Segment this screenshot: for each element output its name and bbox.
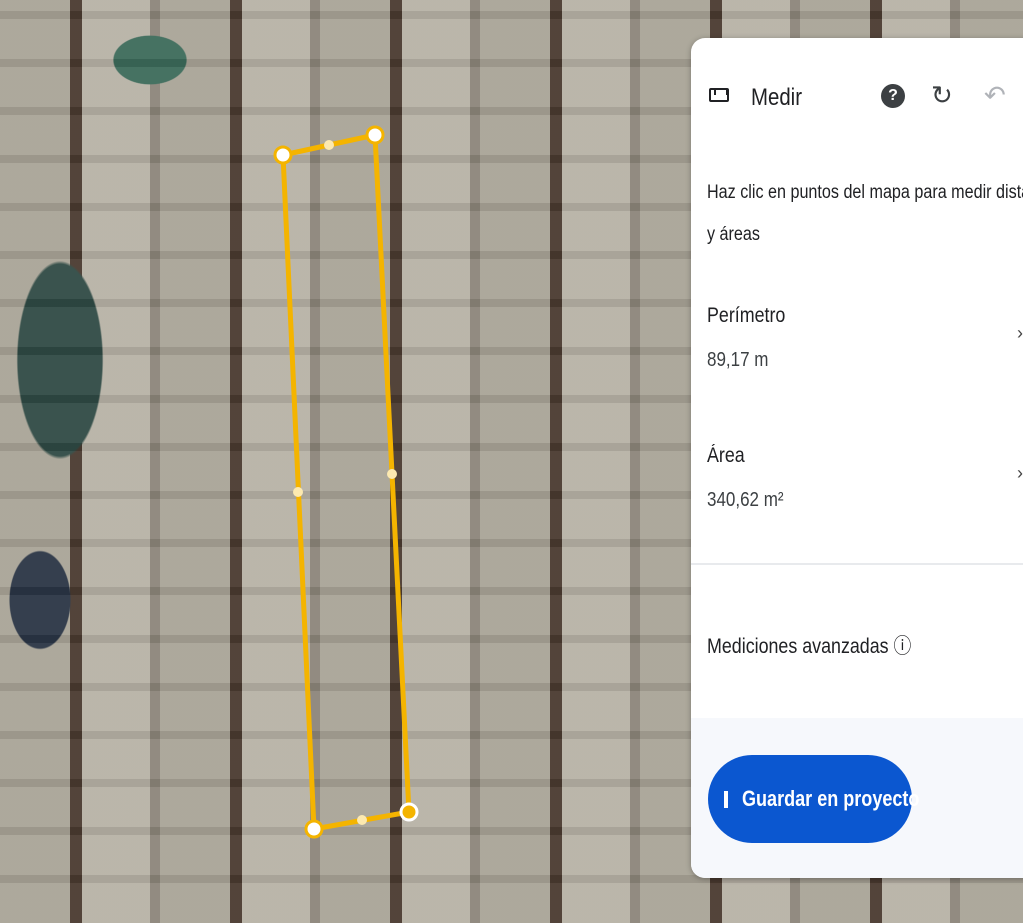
area-label: Área (707, 444, 745, 467)
ruler-icon (709, 88, 729, 102)
refresh-icon[interactable]: ↻ (931, 80, 953, 111)
measure-panel: Medir ? ↻ ↶ Haz clic en puntos del mapa … (691, 38, 1023, 878)
midpoint-handle[interactable] (324, 140, 334, 150)
midpoint-handle[interactable] (293, 487, 303, 497)
instructions: Haz clic en puntos del mapa para medir d… (707, 182, 1023, 245)
vertex-handle[interactable] (304, 819, 324, 839)
measured-polygon (280, 131, 412, 832)
area-value: 340,62 m² (707, 489, 784, 511)
vertex-handle[interactable] (273, 145, 293, 165)
perimeter-label: Perímetro (707, 304, 786, 327)
perimeter-value: 89,17 m (707, 349, 769, 371)
chevron-icon[interactable]: › (1017, 323, 1023, 344)
bookmark-icon (724, 790, 728, 808)
vertex-handle[interactable] (365, 125, 385, 145)
midpoint-handle[interactable] (387, 469, 397, 479)
info-icon[interactable]: ⓘ (894, 635, 912, 658)
chevron-icon[interactable]: › (1017, 463, 1023, 484)
divider (691, 563, 1023, 565)
vertex-handle-active[interactable] (399, 802, 419, 822)
undo-icon[interactable]: ↶ (984, 80, 1006, 111)
advanced-measurements-toggle[interactable]: Mediciones avanzadas ⓘ (707, 630, 911, 660)
panel-title: Medir (751, 84, 803, 111)
help-icon[interactable]: ? (881, 84, 905, 108)
save-to-project-button[interactable]: Guardar en proyecto (708, 755, 919, 843)
midpoint-handle[interactable] (357, 815, 367, 825)
